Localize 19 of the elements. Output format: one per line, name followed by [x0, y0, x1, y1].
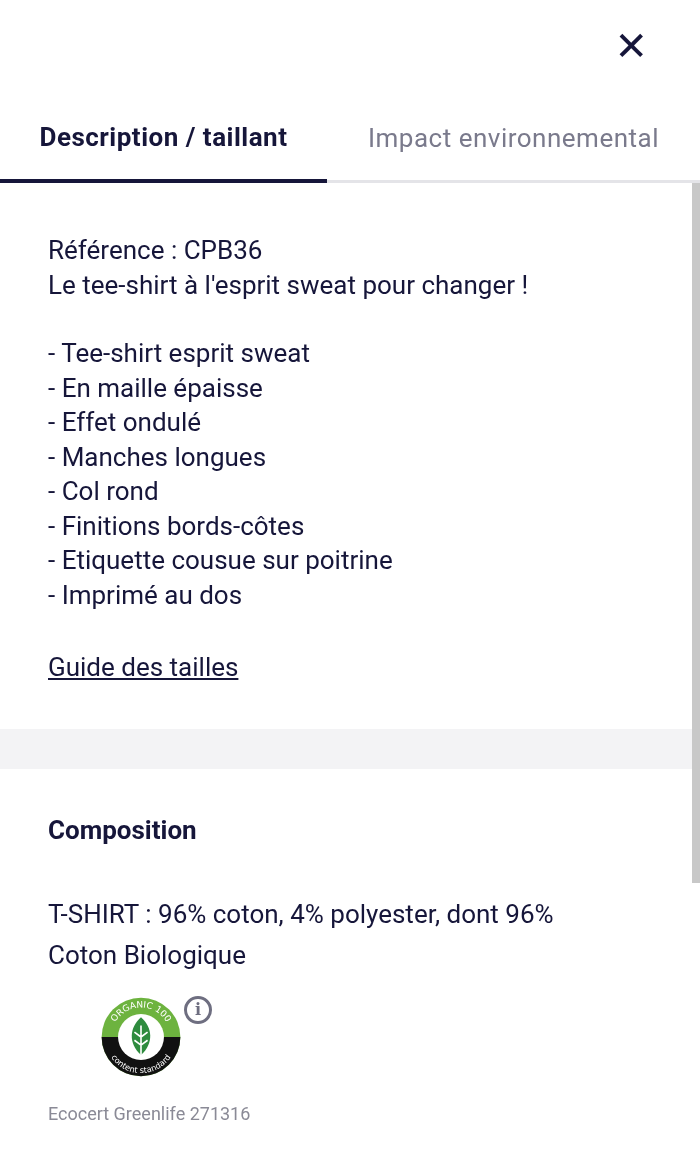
- reference-text: Référence : CPB36: [48, 234, 264, 267]
- info-button[interactable]: i: [184, 995, 212, 1024]
- size-guide-link[interactable]: Guide des tailles: [48, 652, 239, 682]
- feature-text: - Tee-shirt esprit sweat: [48, 337, 311, 370]
- feature-text: - Effet ondulé: [48, 406, 202, 439]
- feature-text: - Col rond: [48, 475, 160, 508]
- close-button[interactable]: ✕: [614, 22, 648, 70]
- feature-text: - Manches longues: [48, 440, 268, 474]
- tagline-text: Le tee-shirt à l'esprit sweat pour changer !: [48, 268, 530, 302]
- tab[interactable]: Description / taillant: [0, 96, 327, 183]
- composition-heading: Composition: [48, 813, 198, 847]
- scrollbar[interactable]: [692, 183, 700, 883]
- feature-text: - Imprimé au dos: [48, 578, 244, 612]
- feature-text: - En maille épaisse: [48, 371, 264, 405]
- feature-text: - Finitions bords-côtes: [48, 509, 306, 543]
- feature-text: - Etiquette cousue sur poitrine: [48, 544, 394, 577]
- certifier-text: Ecocert Greenlife 271316: [48, 1101, 252, 1126]
- composition-text: T-SHIRT : 96% coton, 4% polyester, dont 96% Coton Biologique: [48, 897, 555, 972]
- tab[interactable]: Impact environnemental: [327, 96, 700, 183]
